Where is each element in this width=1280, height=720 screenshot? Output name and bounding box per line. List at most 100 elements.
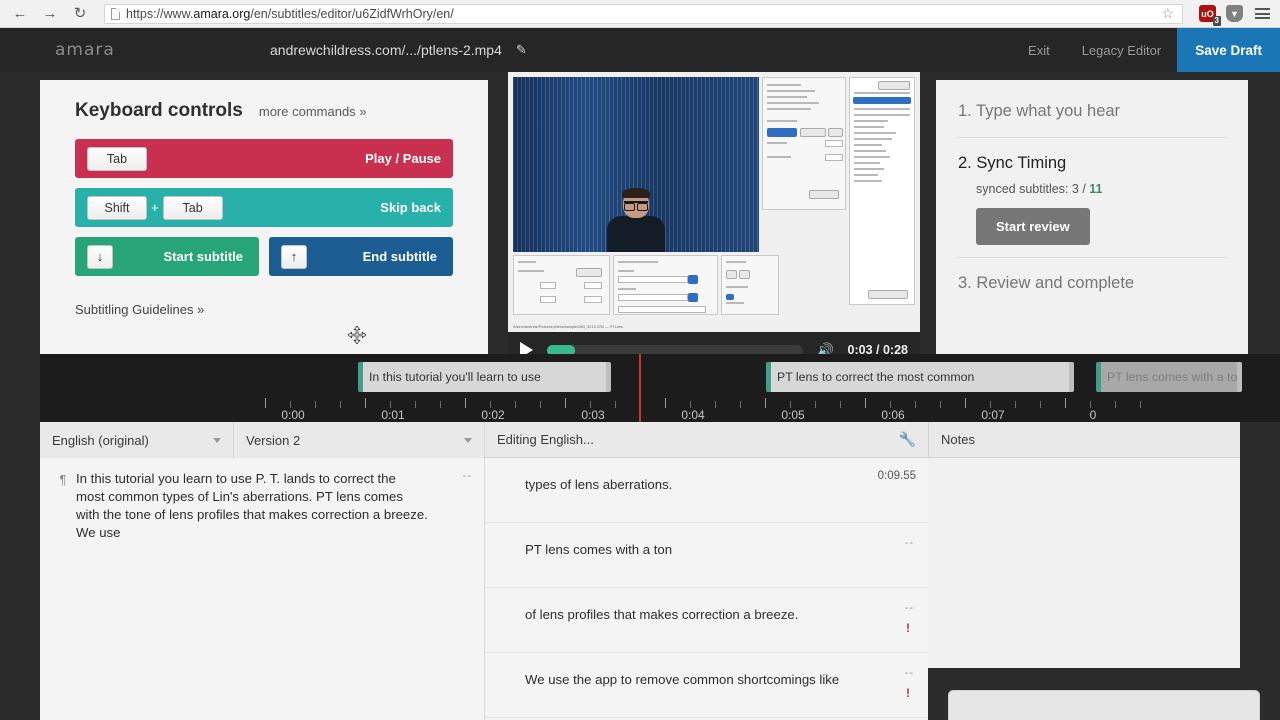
keyboard-controls-title: Keyboard controls <box>75 100 243 121</box>
subtitle-row-text: PT lens comes with a ton <box>525 542 673 557</box>
subtitle-timeline[interactable]: In this tutorial you'll learn to use PT l… <box>40 354 1280 422</box>
timeline-tick <box>1115 401 1116 408</box>
reference-panel-header: English (original) Version 2 <box>40 422 484 458</box>
subtitle-row-text: of lens profiles that makes correction a… <box>525 607 799 622</box>
shortcut-skip-back[interactable]: Shift + Tab Skip back <box>75 188 453 227</box>
timeline-tick-label: 0:01 <box>381 408 405 422</box>
notes-title: Notes <box>941 432 975 447</box>
key-arrow-down[interactable]: ↓ <box>87 244 113 269</box>
subtitle-row[interactable]: of lens profiles that makes correction a… <box>485 588 928 653</box>
subtitle-time-placeholder[interactable]: -- <box>905 537 914 549</box>
shortcut-label-start-subtitle: Start subtitle <box>163 249 243 264</box>
step-review-and-complete[interactable]: 3. Review and complete <box>958 270 1226 297</box>
step-sync-timing[interactable]: 2. Sync Timing <box>958 150 1226 177</box>
reference-subtitle-item[interactable]: ¶ In this tutorial you learn to use P. T… <box>40 458 484 554</box>
timeline-tick-label: 0:06 <box>881 408 905 422</box>
shield-extension-icon[interactable]: ▼ <box>1226 5 1243 22</box>
video-person-hair <box>622 188 650 198</box>
video-app-panel-focus <box>513 255 610 315</box>
subtitle-row[interactable]: PT lens comes with a ton -- <box>485 523 928 588</box>
subtitle-warning-icon[interactable]: ! <box>906 621 910 635</box>
wrench-icon[interactable]: 🔧 <box>899 431 916 448</box>
timeline-tick <box>840 401 841 408</box>
timeline-tick <box>315 401 316 408</box>
browser-menu-icon[interactable] <box>1253 6 1272 21</box>
synced-subtitles-count: synced subtitles: 3 / 11 <box>976 182 1226 196</box>
timeline-tick <box>415 401 416 408</box>
version-dropdown[interactable]: Version 2 <box>234 422 484 458</box>
timeline-tick <box>390 401 391 408</box>
key-tab-secondary[interactable]: Tab <box>162 195 223 220</box>
url-text: https://www.amara.org/en/subtitles/edito… <box>126 6 454 21</box>
save-draft-button[interactable]: Save Draft <box>1177 28 1280 72</box>
timeline-tick <box>790 401 791 408</box>
notes-panel: Notes <box>928 422 1240 668</box>
timeline-segment[interactable]: PT lens to correct the most common <box>766 362 1074 392</box>
reference-subtitle-text: In this tutorial you learn to use P. T. … <box>76 471 428 540</box>
video-frame[interactable]: /Users/andrew/Pictures/ptlens/sample/IMG… <box>508 72 920 332</box>
address-bar[interactable]: https://www.amara.org/en/subtitles/edito… <box>104 3 1183 24</box>
timeline-tick <box>565 398 566 408</box>
synced-done: 3 <box>1071 182 1079 196</box>
version-value: Version 2 <box>246 432 301 448</box>
back-arrow-icon[interactable]: ← <box>12 6 28 22</box>
timeline-tick-label: 0 <box>1089 408 1097 422</box>
workflow-steps-panel: 1. Type what you hear 2. Sync Timing syn… <box>936 80 1248 354</box>
chevron-down-icon <box>213 437 221 443</box>
timeline-tick <box>940 401 941 408</box>
keyboard-controls-panel: Keyboard controls more commands » Tab Pl… <box>40 80 488 354</box>
start-review-button[interactable]: Start review <box>976 208 1090 245</box>
timeline-tick-label: 0:03 <box>581 408 605 422</box>
legacy-editor-button[interactable]: Legacy Editor <box>1066 28 1178 72</box>
video-app-panel-camera <box>762 77 846 210</box>
timeline-tick <box>1140 401 1141 408</box>
key-tab[interactable]: Tab <box>87 146 147 171</box>
ublock-label: uO <box>1201 8 1214 19</box>
timeline-tick <box>265 398 266 408</box>
timeline-tick <box>740 401 741 408</box>
timeline-tick <box>1040 401 1041 408</box>
notes-textarea[interactable] <box>948 690 1260 720</box>
step-type-what-you-hear[interactable]: 1. Type what you hear <box>958 98 1226 125</box>
video-person-body <box>607 216 665 252</box>
synced-total: 11 <box>1089 182 1103 196</box>
timeline-segment[interactable]: In this tutorial you'll learn to use <box>358 362 611 392</box>
forward-arrow-icon[interactable]: → <box>42 6 58 22</box>
key-shift[interactable]: Shift <box>87 195 147 220</box>
timeline-tick <box>965 398 966 408</box>
shortcut-label-play-pause: Play / Pause <box>365 151 441 166</box>
subtitle-time-placeholder[interactable]: -- <box>905 602 914 614</box>
timeline-tick <box>765 398 766 408</box>
timeline-tick <box>890 401 891 408</box>
ublock-origin-icon[interactable]: uO 3 <box>1199 5 1221 26</box>
step-divider-2 <box>958 257 1226 258</box>
browser-toolbar: ← → ↻ https://www.amara.org/en/subtitles… <box>0 0 1280 28</box>
timeline-segment[interactable]: PT lens comes with a to.. <box>1096 362 1242 392</box>
reload-icon[interactable]: ↻ <box>72 6 88 22</box>
video-app-panel-lens-parameters <box>613 255 718 315</box>
amara-logo: amara <box>55 40 115 60</box>
video-person-head <box>622 188 650 218</box>
bookmark-star-icon[interactable]: ☆ <box>1159 5 1176 22</box>
key-arrow-up[interactable]: ↑ <box>281 244 307 269</box>
timeline-tick <box>290 401 291 408</box>
shortcut-play-pause[interactable]: Tab Play / Pause <box>75 139 453 178</box>
video-app-panel-options <box>721 255 779 315</box>
editing-panel-header: Editing English... 🔧 <box>485 422 928 458</box>
timeline-tick <box>490 401 491 408</box>
subtitle-warning-icon[interactable]: ! <box>906 686 910 700</box>
timeline-tick <box>515 401 516 408</box>
subtitle-timestamp[interactable]: 0:09.55 <box>878 470 916 482</box>
timeline-tick <box>1090 401 1091 408</box>
exit-button[interactable]: Exit <box>1012 28 1066 72</box>
timeline-playhead[interactable] <box>639 354 641 422</box>
language-dropdown[interactable]: English (original) <box>40 422 234 458</box>
shortcut-end-subtitle[interactable]: ↑ End subtitle <box>269 237 453 276</box>
subtitle-row[interactable]: We use the app to remove common shortcom… <box>485 653 928 718</box>
shortcut-start-subtitle[interactable]: ↓ Start subtitle <box>75 237 259 276</box>
edit-pencil-icon[interactable]: ✎ <box>516 42 527 58</box>
more-commands-link[interactable]: more commands » <box>259 104 367 119</box>
subtitling-guidelines-link[interactable]: Subtitling Guidelines » <box>75 302 453 317</box>
subtitle-row[interactable]: types of lens aberrations. 0:09.55 <box>485 458 928 523</box>
subtitle-time-placeholder[interactable]: -- <box>905 667 914 679</box>
